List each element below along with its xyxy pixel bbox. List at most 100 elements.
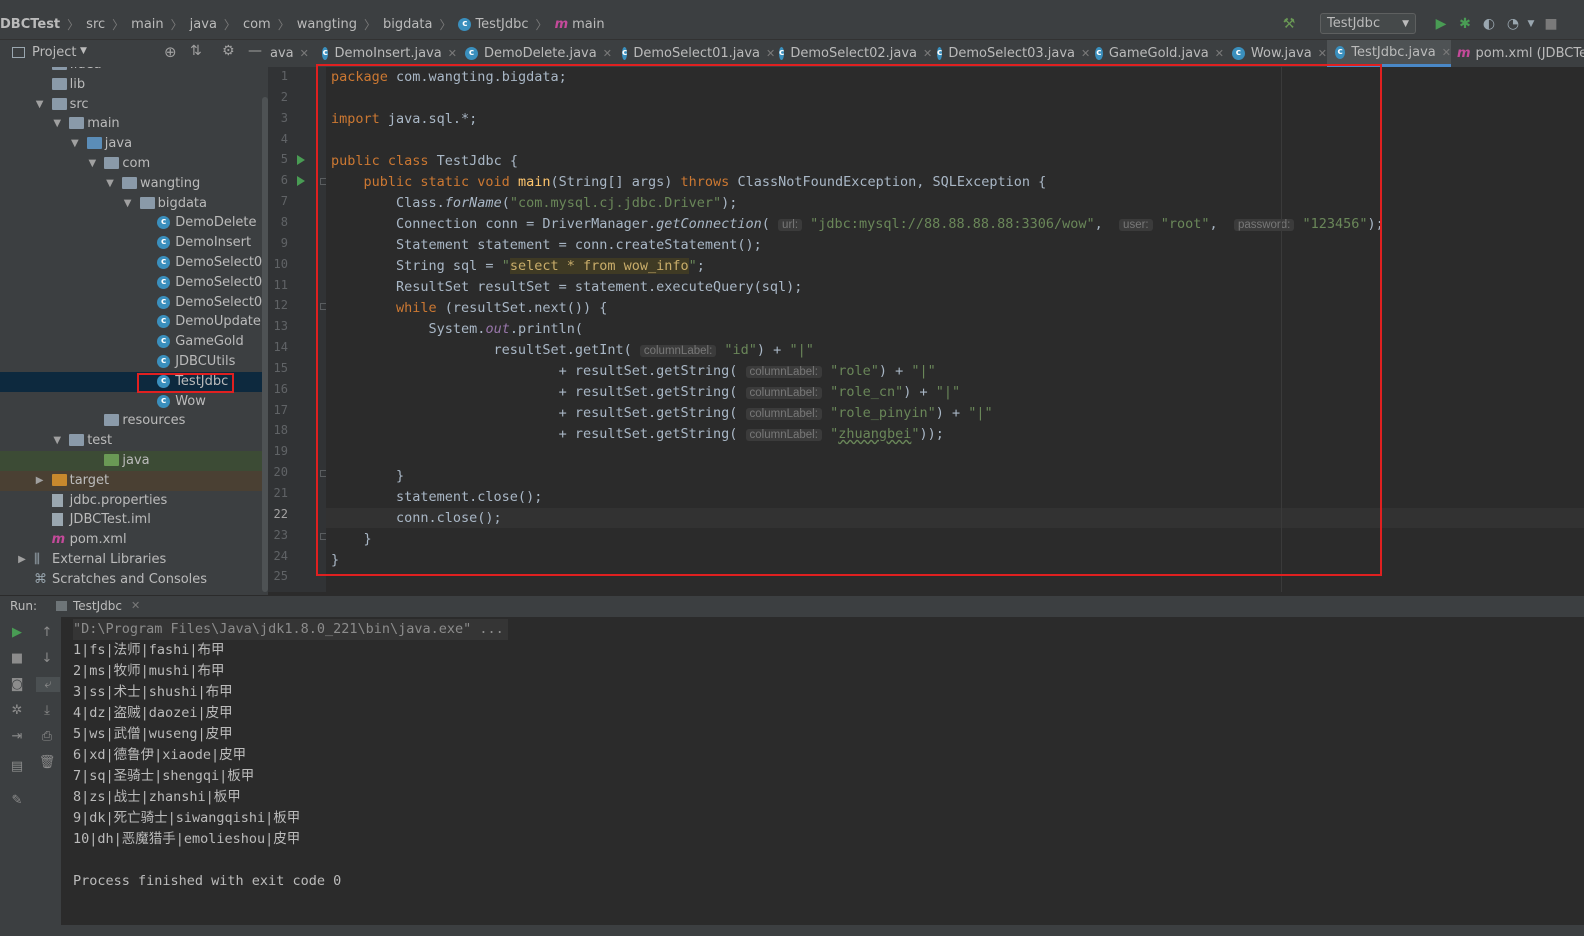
editor-tab[interactable]: m pom.xml (JDBCTes bbox=[1451, 40, 1584, 67]
editor-tab[interactable]: c DemoSelect01.java ✕ bbox=[614, 40, 775, 67]
tree-item[interactable]: c DemoUpdate bbox=[0, 312, 262, 332]
maven-icon: m bbox=[1457, 46, 1471, 61]
camera-icon[interactable]: ◙ bbox=[0, 677, 34, 692]
settings-icon[interactable]: ✲ bbox=[0, 703, 34, 718]
expand-arrow-icon[interactable]: ▼ bbox=[51, 431, 63, 451]
editor-tab[interactable]: ava ✕ bbox=[268, 40, 316, 67]
hide-panel-icon[interactable]: — bbox=[248, 43, 262, 59]
close-icon[interactable]: ✕ bbox=[1215, 40, 1224, 67]
debug-icon[interactable]: ✱ bbox=[1456, 15, 1474, 33]
tree-item[interactable]: ⌘ Scratches and Consoles bbox=[0, 570, 262, 590]
gear-icon[interactable]: ⚙ bbox=[222, 43, 235, 59]
editor-tab[interactable]: c TestJdbc.java ✕ bbox=[1327, 40, 1451, 67]
console-tab-icon bbox=[56, 601, 67, 611]
tree-item[interactable]: ▼ bigdata bbox=[0, 194, 262, 214]
close-icon[interactable]: ✕ bbox=[300, 40, 309, 67]
close-icon[interactable]: ✕ bbox=[1442, 40, 1451, 66]
editor-tab[interactable]: c Wow.java ✕ bbox=[1224, 40, 1327, 67]
profile-dropdown-icon[interactable]: ▼ bbox=[1522, 15, 1540, 33]
breadcrumb-com[interactable]: com bbox=[243, 17, 271, 32]
tree-item[interactable]: c DemoSelect03 bbox=[0, 293, 262, 313]
expand-arrow-icon[interactable]: ▼ bbox=[104, 174, 116, 194]
tree-item[interactable]: resources bbox=[0, 411, 262, 431]
file-icon bbox=[51, 493, 63, 507]
rerun-icon[interactable]: ▶ bbox=[0, 625, 34, 640]
breadcrumb-wangting[interactable]: wangting bbox=[297, 17, 357, 32]
tree-item-label: JDBCTest.iml bbox=[69, 512, 151, 528]
breadcrumb-java[interactable]: java bbox=[190, 17, 217, 32]
run-configuration-select[interactable]: TestJdbc ▼ bbox=[1320, 13, 1416, 34]
arrow-down-icon[interactable]: ↓ bbox=[30, 651, 64, 666]
expand-arrow-icon[interactable]: ▼ bbox=[51, 114, 63, 134]
tree-item[interactable]: ▼ java bbox=[0, 134, 262, 154]
editor-tab[interactable]: c GameGold.java ✕ bbox=[1087, 40, 1224, 67]
run-tab-label[interactable]: TestJdbc bbox=[73, 599, 122, 613]
class-icon: c bbox=[458, 18, 472, 31]
trash-icon[interactable]: 🗑 bbox=[30, 755, 64, 770]
run-icon[interactable]: ▶ bbox=[1432, 15, 1450, 33]
close-icon[interactable]: ✕ bbox=[131, 599, 140, 612]
pin-icon[interactable]: ✎ bbox=[0, 793, 34, 808]
tree-item[interactable]: ▼ test bbox=[0, 431, 262, 451]
tree-item[interactable]: JDBCTest.iml bbox=[0, 510, 262, 530]
stop-icon[interactable]: ■ bbox=[0, 651, 34, 666]
tree-item[interactable]: c Wow bbox=[0, 392, 262, 412]
collapse-arrow-icon[interactable]: ▶ bbox=[34, 471, 46, 491]
close-icon[interactable]: ✕ bbox=[448, 40, 457, 67]
tree-item[interactable]: ▶ target bbox=[0, 470, 262, 491]
layout-icon[interactable]: ▤ bbox=[0, 759, 34, 774]
print-icon[interactable]: ⎙ bbox=[30, 729, 64, 744]
exit-icon[interactable]: ⇥ bbox=[0, 729, 34, 744]
breadcrumb-method[interactable]: m main bbox=[555, 17, 605, 32]
run-class-icon[interactable] bbox=[297, 155, 305, 166]
console-line: 6|xd|德鲁伊|xiaode|皮甲 bbox=[73, 747, 247, 763]
locate-icon[interactable]: ⊕ bbox=[164, 43, 177, 61]
tree-item[interactable]: c GameGold bbox=[0, 332, 262, 352]
tree-item[interactable]: c JDBCUtils bbox=[0, 352, 262, 372]
build-hammer-icon[interactable]: ⚒ bbox=[1280, 15, 1298, 33]
scroll-to-end-icon[interactable]: ⤓ bbox=[30, 703, 64, 718]
tree-item[interactable]: java bbox=[0, 451, 262, 471]
tree-item[interactable]: c DemoInsert bbox=[0, 233, 262, 253]
tree-item[interactable]: .idea bbox=[0, 67, 262, 75]
close-icon[interactable]: ✕ bbox=[1318, 40, 1327, 67]
tree-item[interactable]: ▼ src bbox=[0, 95, 262, 115]
breadcrumb-project[interactable]: DBCTest bbox=[0, 17, 60, 32]
stop-icon[interactable]: ■ bbox=[1542, 15, 1560, 33]
tree-item[interactable]: ▼ main bbox=[0, 114, 262, 134]
editor-tab[interactable]: c DemoSelect03.java ✕ bbox=[929, 40, 1090, 67]
tree-item[interactable]: c DemoSelect02 bbox=[0, 273, 262, 293]
breadcrumb-class[interactable]: c TestJdbc bbox=[458, 17, 529, 32]
soft-wrap-icon[interactable]: ⤶ bbox=[36, 677, 60, 692]
coverage-icon[interactable]: ◐ bbox=[1480, 15, 1498, 33]
tree-item[interactable]: ▼ com bbox=[0, 154, 262, 174]
arrow-up-icon[interactable]: ↑ bbox=[30, 625, 64, 640]
profile-icon[interactable]: ◔ bbox=[1504, 15, 1522, 33]
console-output[interactable]: "D:\Program Files\Java\jdk1.8.0_221\bin\… bbox=[61, 617, 1584, 925]
breadcrumb-main[interactable]: main bbox=[131, 17, 163, 32]
tree-item[interactable]: ▶ ⫼ External Libraries bbox=[0, 550, 262, 570]
expand-arrow-icon[interactable]: ▼ bbox=[86, 154, 98, 174]
folder-icon bbox=[104, 414, 120, 427]
expand-arrow-icon[interactable]: ▼ bbox=[34, 95, 46, 115]
editor-tab[interactable]: c DemoSelect02.java ✕ bbox=[771, 40, 932, 67]
project-view-title[interactable]: Project bbox=[32, 45, 76, 60]
expand-arrow-icon[interactable]: ▼ bbox=[69, 134, 81, 154]
breadcrumb-src[interactable]: src bbox=[86, 17, 105, 32]
class-icon: c bbox=[465, 47, 478, 60]
run-main-icon[interactable] bbox=[297, 176, 305, 187]
collapse-arrow-icon[interactable]: ▶ bbox=[16, 550, 28, 570]
tree-item[interactable]: ▼ wangting bbox=[0, 174, 262, 194]
editor-tab[interactable]: c DemoInsert.java ✕ bbox=[314, 40, 457, 67]
editor-tab[interactable]: c DemoDelete.java ✕ bbox=[457, 40, 614, 67]
tree-item[interactable]: m pom.xml bbox=[0, 530, 262, 550]
tree-item[interactable]: c DemoDelete bbox=[0, 213, 262, 233]
tree-item[interactable]: jdbc.properties bbox=[0, 491, 262, 511]
tree-item[interactable]: c DemoSelect01 bbox=[0, 253, 262, 273]
collapse-all-icon[interactable]: ⇅ bbox=[190, 43, 202, 59]
close-icon[interactable]: ✕ bbox=[603, 40, 612, 67]
tree-item[interactable]: lib bbox=[0, 75, 262, 95]
breadcrumb-bigdata[interactable]: bigdata bbox=[383, 17, 432, 32]
chevron-down-icon[interactable]: ▼ bbox=[80, 46, 87, 56]
expand-arrow-icon[interactable]: ▼ bbox=[122, 194, 134, 214]
